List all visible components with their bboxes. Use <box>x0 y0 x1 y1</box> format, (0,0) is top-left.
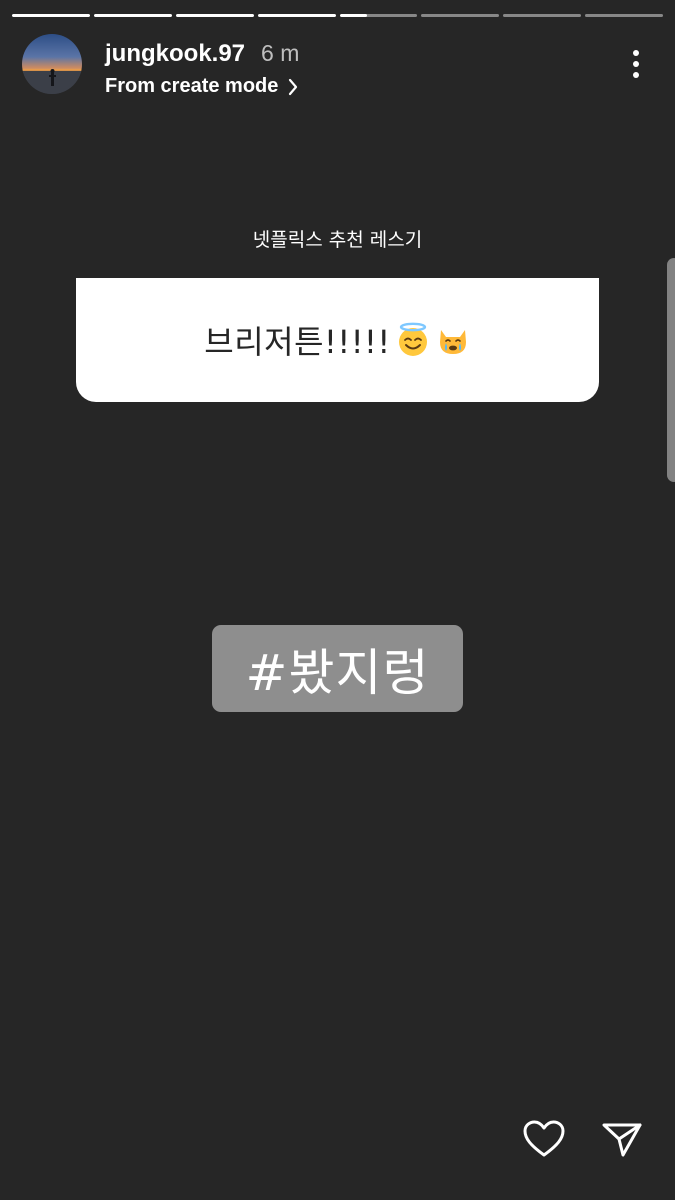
user-avatar[interactable] <box>22 34 82 94</box>
progress-segment <box>503 14 582 17</box>
more-options-button[interactable] <box>621 44 651 84</box>
progress-segment <box>585 14 663 17</box>
heart-icon <box>523 1120 565 1157</box>
answer-text: 브리저튼!!!!! <box>204 323 391 361</box>
post-time: 6 m <box>261 40 300 66</box>
like-button[interactable] <box>521 1116 567 1162</box>
progress-segment <box>175 14 254 17</box>
progress-segment <box>12 14 90 17</box>
smiling-face-with-halo-icon <box>398 322 427 356</box>
side-drawer-handle[interactable] <box>667 258 675 482</box>
user-info: jungkook.97 6 m From create mode <box>105 40 299 98</box>
story-header: jungkook.97 6 m From create mode <box>22 34 653 98</box>
progress-segment <box>93 14 172 17</box>
crying-cat-face-icon <box>439 330 466 354</box>
username[interactable]: jungkook.97 <box>105 40 245 68</box>
question-sticker-label: 넷플릭스 추천 레스기 <box>252 229 423 251</box>
progress-segment <box>421 14 500 17</box>
question-answer-card: 브리저튼!!!!! <box>76 278 599 402</box>
progress-segment <box>257 14 336 17</box>
story-actions <box>521 1116 645 1162</box>
more-dots-icon <box>633 50 639 56</box>
progress-segment <box>339 14 418 17</box>
story-viewer: jungkook.97 6 m From create mode 넷플릭스 추천… <box>0 0 675 1200</box>
chevron-right-icon <box>289 78 298 95</box>
hashtag-sticker[interactable]: #봤지렁 <box>212 625 463 712</box>
hashtag-text: #봤지렁 <box>245 643 430 702</box>
send-icon <box>602 1123 642 1157</box>
story-progress-bar <box>12 14 663 17</box>
create-mode-link[interactable]: From create mode <box>105 75 299 98</box>
share-button[interactable] <box>599 1116 645 1162</box>
create-mode-label: From create mode <box>105 75 279 97</box>
sunset-silhouette-avatar-icon <box>22 69 82 94</box>
